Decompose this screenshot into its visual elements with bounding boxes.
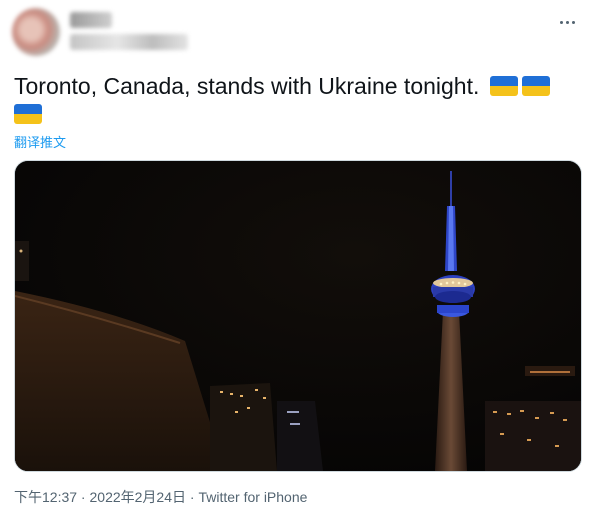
- tweet-photo[interactable]: [14, 160, 582, 472]
- tweet-date[interactable]: 2022年2月24日: [90, 489, 187, 505]
- more-horizontal-icon[interactable]: [552, 12, 582, 32]
- translate-tweet-link[interactable]: 翻译推文: [14, 132, 66, 151]
- author-name-redacted: [70, 12, 112, 28]
- tweet-text: Toronto, Canada, stands with Ukraine ton…: [14, 72, 574, 128]
- tweet-text-body: Toronto, Canada, stands with Ukraine ton…: [14, 73, 480, 99]
- author-handle-redacted: [70, 34, 188, 50]
- tweet-source: Twitter for iPhone: [198, 489, 308, 505]
- tweet-time[interactable]: 下午12:37: [14, 489, 77, 505]
- separator: ·: [186, 489, 199, 505]
- cn-tower-night-photo: [15, 161, 581, 471]
- ukraine-flag-icon: [489, 76, 518, 96]
- avatar[interactable]: [12, 8, 60, 56]
- separator: ·: [77, 489, 90, 505]
- ukraine-flag-icon: [521, 76, 550, 96]
- ukraine-flag-icon: [14, 104, 42, 124]
- tweet-meta: 下午12:37 · 2022年2月24日 · Twitter for iPhon…: [14, 487, 307, 507]
